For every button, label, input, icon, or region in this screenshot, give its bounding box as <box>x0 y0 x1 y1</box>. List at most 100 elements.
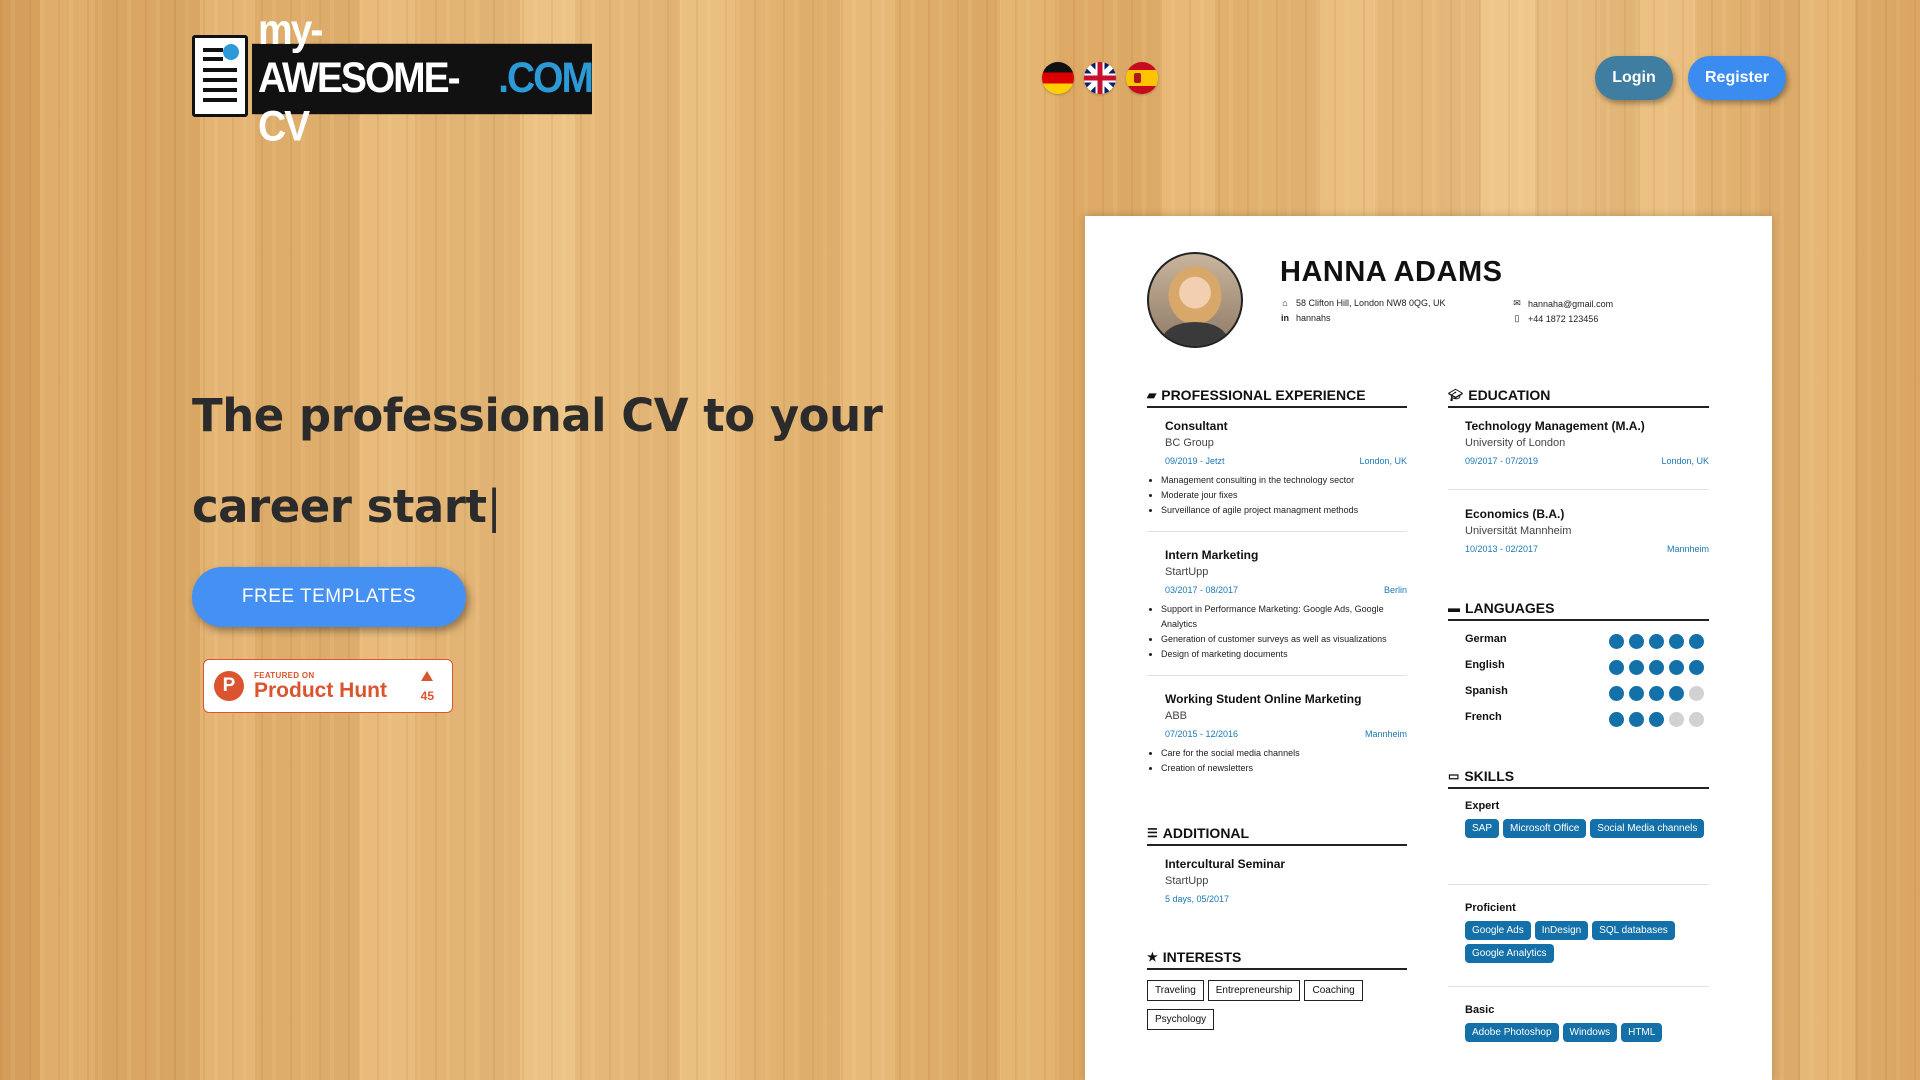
logo-text-tld: .COM <box>498 54 594 103</box>
interest-tag: Entrepreneurship <box>1207 980 1301 1001</box>
level-dot-empty <box>1669 712 1684 727</box>
logo-text-main: my-AWESOME-CV <box>258 6 461 151</box>
section-heading: INTERESTS <box>1162 949 1242 965</box>
mobile-phone-icon: ▯ <box>1514 313 1520 323</box>
briefcase-icon: ▰ <box>1147 388 1157 402</box>
skill-tag: Social Media channels <box>1590 819 1705 838</box>
free-templates-button[interactable]: FREE TEMPLATES <box>192 567 466 627</box>
section-heading: EDUCATION <box>1468 387 1551 403</box>
education-location: Mannheim <box>1666 544 1709 554</box>
spain-flag-icon[interactable] <box>1126 62 1158 94</box>
education-date: 09/2017 - 07/2019 <box>1465 456 1539 466</box>
experience-company: StartUpp <box>1165 566 1209 578</box>
bullet: Moderate jour fixes <box>1161 488 1421 503</box>
section-skills: ▭ SKILLS <box>1448 768 1709 789</box>
level-dot-filled <box>1629 634 1644 649</box>
cv-document-icon <box>192 35 248 117</box>
product-hunt-votes: 45 <box>421 668 434 703</box>
divider <box>1147 531 1407 532</box>
product-hunt-name: Product Hunt <box>254 678 387 702</box>
uk-flag-icon[interactable] <box>1084 62 1116 94</box>
cv-email: ✉ hannaha@gmail.com <box>1512 298 1613 309</box>
bullet: Design of marketing documents <box>1161 647 1421 662</box>
cv-preview: HANNA ADAMS ⌂ 58 Clifton Hill, London NW8… <box>1085 216 1772 1080</box>
education-school: Universität Mannheim <box>1465 525 1572 537</box>
skill-level-label: Expert <box>1465 800 1500 812</box>
language-switcher <box>1042 62 1158 94</box>
section-heading: LANGUAGES <box>1465 600 1555 616</box>
cv-name: HANNA ADAMS <box>1280 256 1503 288</box>
level-dot-filled <box>1609 660 1624 675</box>
interest-tag: Psychology <box>1147 1009 1215 1030</box>
divider <box>1448 884 1709 885</box>
bullet: Generation of customer surveys as well a… <box>1161 632 1421 647</box>
language-name: French <box>1465 711 1502 723</box>
speech-bubble-icon: ▬ <box>1448 601 1460 615</box>
bullet: Care for the social media channels <box>1161 746 1421 761</box>
level-dot-filled <box>1629 712 1644 727</box>
cv-phone: ▯ +44 1872 123456 <box>1512 313 1599 324</box>
skill-tag: HTML <box>1621 1023 1663 1042</box>
level-dot-filled <box>1669 660 1684 675</box>
hero-title-text: The professional CV to your career start <box>192 389 883 533</box>
section-heading: PROFESSIONAL EXPERIENCE <box>1161 387 1366 403</box>
section-interests: ★ INTERESTS <box>1147 949 1407 970</box>
laptop-icon: ▭ <box>1448 769 1460 783</box>
level-dot-empty <box>1689 686 1704 701</box>
skill-level-label: Proficient <box>1465 902 1516 914</box>
cv-linkedin: in hannahs <box>1280 313 1331 323</box>
product-hunt-badge[interactable]: P FEATURED ON Product Hunt 45 <box>203 659 453 713</box>
linkedin-icon: in <box>1281 313 1289 323</box>
level-dot-filled <box>1649 686 1664 701</box>
level-dot-filled <box>1669 634 1684 649</box>
divider <box>1147 675 1407 676</box>
education-title: Economics (B.A.) <box>1465 507 1565 521</box>
bullet: Creation of newsletters <box>1161 761 1421 776</box>
login-button[interactable]: Login <box>1595 56 1673 100</box>
divider <box>1448 986 1709 987</box>
germany-flag-icon[interactable] <box>1042 62 1074 94</box>
logo-wordmark: my-AWESOME-CV .COM <box>252 6 594 151</box>
interest-tag: Traveling <box>1147 980 1204 1001</box>
level-dot-filled <box>1609 634 1624 649</box>
skill-tag: Google Analytics <box>1465 944 1554 963</box>
cv-address: ⌂ 58 Clifton Hill, London NW8 0QG, UK <box>1280 298 1446 308</box>
skill-tags: Adobe Photoshop Windows HTML <box>1465 1023 1705 1042</box>
cv-phone-text: +44 1872 123456 <box>1528 313 1599 324</box>
experience-date: 07/2015 - 12/2016 <box>1165 729 1239 739</box>
level-dot-filled <box>1649 660 1664 675</box>
experience-bullets: Support in Performance Marketing: Google… <box>1147 602 1421 662</box>
bullet: Management consulting in the technology … <box>1161 473 1421 488</box>
skill-tag: SAP <box>1465 819 1500 838</box>
experience-title: Consultant <box>1165 419 1228 433</box>
skill-tags: SAP Microsoft Office Social Media channe… <box>1465 819 1705 838</box>
experience-location: Berlin <box>1383 585 1407 595</box>
cv-address-text: 58 Clifton Hill, London NW8 0QG, UK <box>1296 298 1446 308</box>
skill-level-label: Basic <box>1465 1004 1495 1016</box>
section-heading: SKILLS <box>1464 768 1515 784</box>
product-hunt-logo-icon: P <box>214 671 244 701</box>
language-level-dots <box>1609 686 1704 701</box>
home-icon: ⌂ <box>1282 298 1288 308</box>
skill-tag: Microsoft Office <box>1503 819 1587 838</box>
additional-company: StartUpp <box>1165 875 1209 887</box>
skill-tags: Google Ads InDesign SQL databases Google… <box>1465 921 1705 963</box>
skill-tag: Adobe Photoshop <box>1465 1023 1559 1042</box>
experience-company: ABB <box>1165 710 1188 722</box>
hero-title: The professional CV to your career start… <box>192 370 892 552</box>
interest-tags: Traveling Entrepreneurship Coaching Psyc… <box>1147 980 1407 1030</box>
site-logo[interactable]: my-AWESOME-CV .COM <box>192 6 594 151</box>
section-additional: ☰ ADDITIONAL <box>1147 825 1407 846</box>
upvote-triangle-icon <box>421 671 434 681</box>
section-education: 🎓︎ EDUCATION <box>1448 387 1709 408</box>
list-icon: ☰ <box>1147 826 1158 840</box>
star-icon: ★ <box>1147 950 1158 964</box>
profile-photo <box>1147 252 1243 348</box>
product-hunt-vote-count: 45 <box>420 689 434 703</box>
additional-date: 5 days, 05/2017 <box>1165 894 1230 904</box>
register-button[interactable]: Register <box>1688 56 1786 100</box>
cv-email-text: hannaha@gmail.com <box>1528 298 1614 309</box>
language-level-dots <box>1609 660 1704 675</box>
experience-location: Mannheim <box>1364 729 1407 739</box>
bullet: Support in Performance Marketing: Google… <box>1161 602 1421 632</box>
